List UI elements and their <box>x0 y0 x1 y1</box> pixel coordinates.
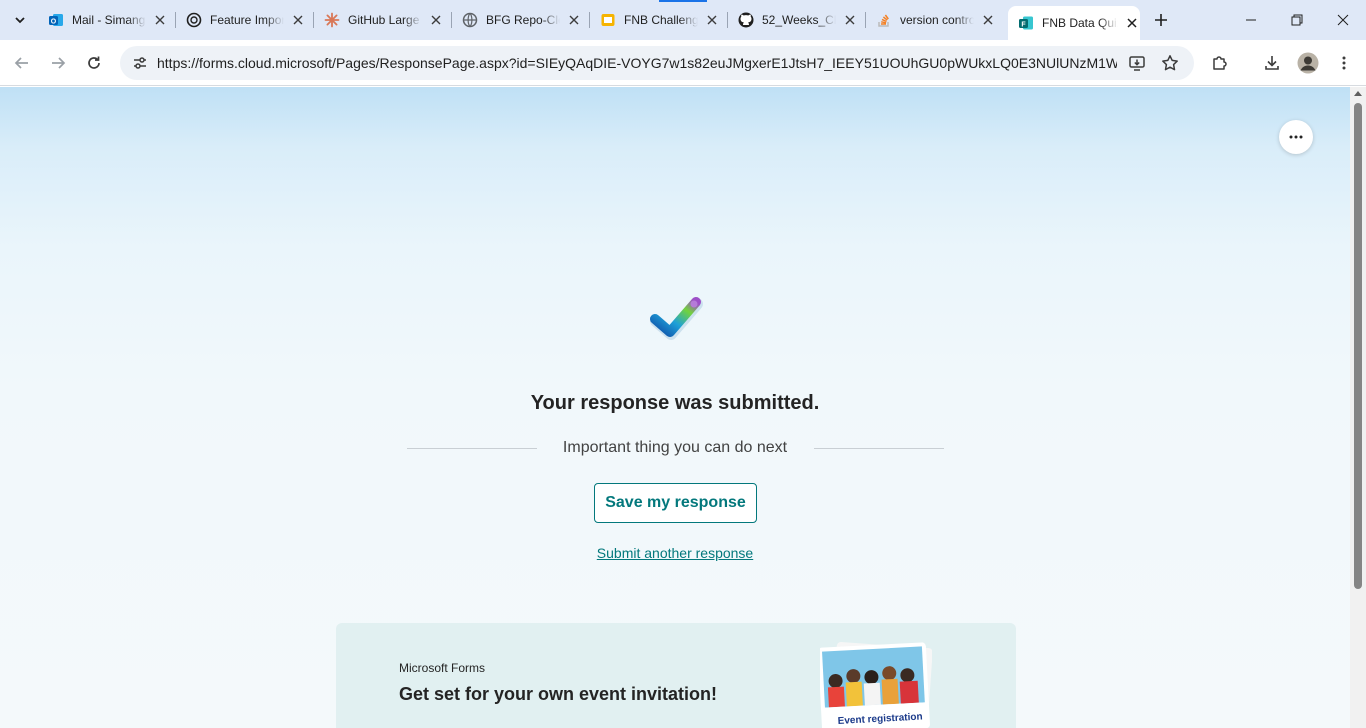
minimize-icon <box>1246 19 1256 21</box>
profile-button[interactable] <box>1294 49 1322 77</box>
confirmation-heading: Your response was submitted. <box>530 392 820 414</box>
close-tab-icon[interactable] <box>290 12 306 28</box>
forward-button[interactable] <box>44 49 72 77</box>
avatar <box>1297 52 1319 74</box>
plus-icon <box>1155 14 1167 26</box>
tab-52-weeks-challenge[interactable]: 52_Weeks_Challenge <box>728 0 866 40</box>
save-response-button[interactable]: Save my response <box>594 483 757 523</box>
next-steps-label: Important thing you can do next <box>562 439 788 456</box>
downloads-button[interactable] <box>1258 49 1286 77</box>
divider-right <box>814 448 944 449</box>
tab-feature-importance[interactable]: Feature Importance <box>176 0 314 40</box>
tab-title: BFG Repo-Cleaner <box>486 13 560 27</box>
stackoverflow-icon <box>876 12 892 28</box>
page-scrollbar[interactable] <box>1350 87 1366 728</box>
checkmark-icon <box>650 297 703 340</box>
tab-title: Feature Importance <box>210 13 284 27</box>
bookmark-button[interactable] <box>1156 49 1184 77</box>
install-app-button[interactable] <box>1123 49 1151 77</box>
tab-title: FNB Challenge <box>624 13 698 27</box>
close-tab-icon[interactable] <box>980 12 996 28</box>
tab-fnb-challenge[interactable]: FNB Challenge <box>590 0 728 40</box>
tab-strip: O Mail - Simanga Feature Importance GitH… <box>0 0 1366 40</box>
download-icon <box>1265 56 1279 70</box>
close-tab-icon[interactable] <box>704 12 720 28</box>
install-app-icon <box>1129 56 1145 71</box>
claude-icon <box>324 12 340 28</box>
window-close-button[interactable] <box>1320 0 1366 40</box>
scroll-up-arrow-icon[interactable] <box>1354 91 1362 96</box>
restore-icon <box>1291 14 1303 26</box>
site-info-button[interactable] <box>126 49 154 77</box>
tune-icon <box>134 57 146 69</box>
chevron-down-icon <box>15 17 25 24</box>
back-button[interactable] <box>8 49 36 77</box>
forms-response-page: Your response was submitted. Important t… <box>0 87 1350 728</box>
github-icon <box>738 12 754 28</box>
address-bar[interactable]: https://forms.cloud.microsoft/Pages/Resp… <box>120 46 1194 80</box>
arrow-right-icon <box>52 57 66 69</box>
tab-title: GitHub Large Files <box>348 13 422 27</box>
tab-title: FNB Data Quiz <box>1042 16 1119 30</box>
submit-another-link[interactable]: Submit another response <box>0 545 1350 561</box>
forms-icon: F <box>1018 15 1034 31</box>
browser-toolbar: https://forms.cloud.microsoft/Pages/Resp… <box>0 40 1366 86</box>
tab-loading-indicator <box>659 0 707 2</box>
globe-icon <box>462 12 478 28</box>
reload-button[interactable] <box>80 49 108 77</box>
browser-menu-button[interactable] <box>1330 49 1358 77</box>
tab-version-control[interactable]: version control <box>866 0 1004 40</box>
extensions-button[interactable] <box>1206 49 1234 77</box>
close-tab-icon[interactable] <box>152 12 168 28</box>
minimize-button[interactable] <box>1228 0 1274 40</box>
close-icon <box>1337 14 1349 26</box>
arrow-left-icon <box>14 57 28 69</box>
reload-icon <box>88 56 100 69</box>
url-text[interactable]: https://forms.cloud.microsoft/Pages/Resp… <box>157 55 1117 71</box>
tab-bfg-repo-cleaner[interactable]: BFG Repo-Cleaner <box>452 0 590 40</box>
puzzle-icon <box>1213 56 1227 70</box>
scroll-thumb[interactable] <box>1354 103 1362 589</box>
svg-text:F: F <box>1021 22 1026 29</box>
tab-title: version control <box>900 13 974 27</box>
promo-brand: Microsoft Forms <box>399 661 486 675</box>
more-options-button[interactable] <box>1279 120 1313 154</box>
svg-text:O: O <box>51 19 57 26</box>
event-registration-card: Event registration <box>820 642 932 728</box>
new-tab-button[interactable] <box>1150 9 1172 31</box>
close-tab-icon[interactable] <box>842 12 858 28</box>
tab-github-large-files[interactable]: GitHub Large Files <box>314 0 452 40</box>
promo-title: Get set for your own event invitation! <box>399 684 718 704</box>
tab-fnb-data-quiz[interactable]: F FNB Data Quiz <box>1008 6 1140 40</box>
promo-banner[interactable]: Microsoft Forms Get set for your own eve… <box>336 623 1016 728</box>
close-tab-icon[interactable] <box>566 12 582 28</box>
openai-icon <box>186 12 202 28</box>
tab-title: 52_Weeks_Challenge <box>762 13 836 27</box>
tab-title: Mail - Simanga <box>72 13 146 27</box>
outlook-icon: O <box>48 12 64 28</box>
more-vertical-icon <box>1342 56 1346 70</box>
more-horizontal-icon <box>1289 135 1303 139</box>
star-icon <box>1162 55 1178 71</box>
tab-mail[interactable]: O Mail - Simanga <box>38 0 176 40</box>
tab-search-button[interactable] <box>8 8 32 32</box>
close-tab-icon[interactable] <box>1124 15 1140 31</box>
slides-icon <box>600 12 616 28</box>
close-tab-icon[interactable] <box>428 12 444 28</box>
restore-button[interactable] <box>1274 0 1320 40</box>
